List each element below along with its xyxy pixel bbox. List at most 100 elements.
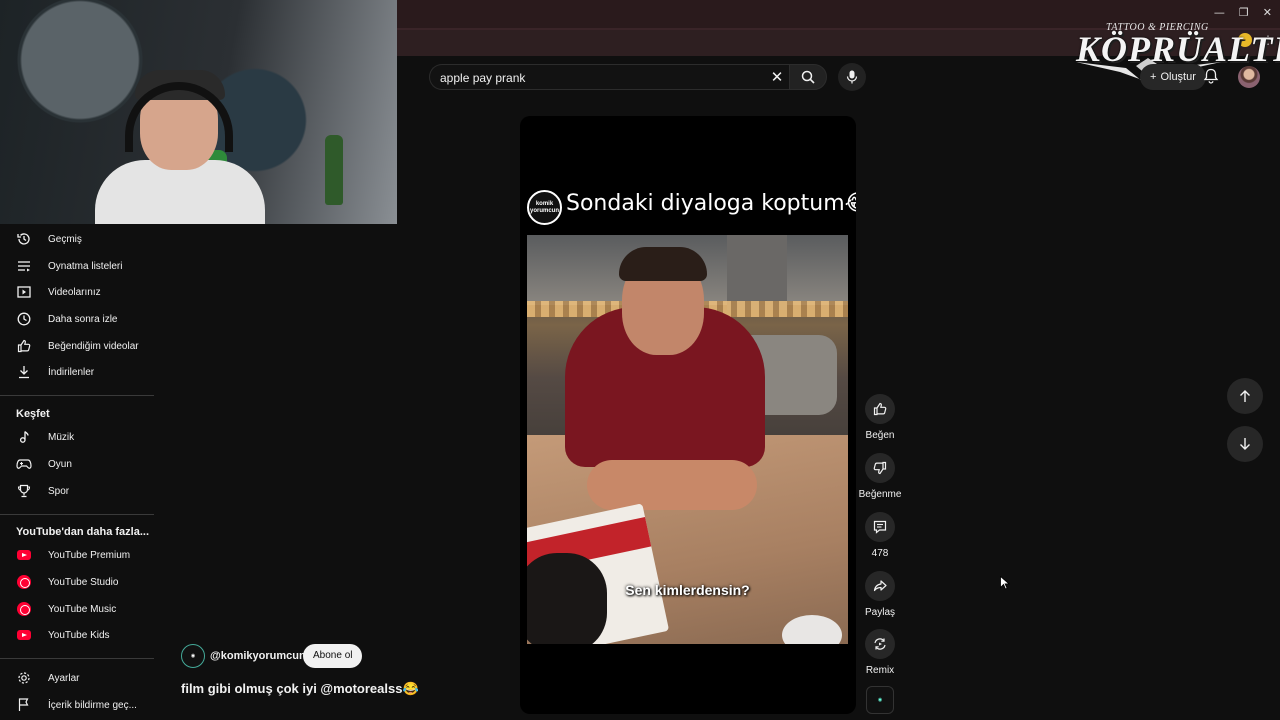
sidebar-item-label: Geçmiş <box>48 233 82 245</box>
shorts-player[interactable]: komik yorumcun Sondaki diyaloga koptum😂 … <box>520 116 856 714</box>
comment-icon <box>873 520 887 534</box>
search-input[interactable] <box>440 69 740 87</box>
remix-icon <box>874 638 886 650</box>
youtube-premium-icon <box>16 547 32 563</box>
close-window-button[interactable]: ✕ <box>1263 6 1272 19</box>
dislike-button[interactable] <box>865 453 895 483</box>
sidebar-item-youtube-studio[interactable]: YouTube Studio <box>0 569 154 595</box>
sidebar-item-report-history[interactable]: İçerik bildirme geç... <box>0 692 154 718</box>
streamer <box>95 60 265 224</box>
comments-count: 478 <box>871 548 889 559</box>
short-channel-badge: komik yorumcun <box>527 190 562 225</box>
minimize-button[interactable]: — <box>1214 6 1225 19</box>
sidebar-item-label: YouTube Music <box>48 603 117 615</box>
thumbs-up-icon <box>16 338 32 354</box>
clock-icon <box>16 311 32 327</box>
remix-button[interactable] <box>865 629 895 659</box>
thumbs-up-icon <box>873 402 887 416</box>
sidebar-item-youtube-premium[interactable]: YouTube Premium <box>0 542 154 568</box>
sidebar: Geçmiş Oynatma listeleri Videolarınız Da… <box>0 224 154 720</box>
voice-search-button[interactable] <box>838 63 866 91</box>
like-label: Beğen <box>865 430 895 441</box>
notifications-button[interactable] <box>1201 66 1221 86</box>
sidebar-item-playlists[interactable]: Oynatma listeleri <box>0 253 154 279</box>
sidebar-item-watch-later[interactable]: Daha sonra izle <box>0 306 154 332</box>
youtube-studio-icon <box>16 574 32 590</box>
sidebar-item-label: YouTube Kids <box>48 629 110 641</box>
sidebar-item-youtube-music[interactable]: YouTube Music <box>0 596 154 622</box>
thumbs-down-icon <box>873 461 887 475</box>
short-title: Sondaki diyaloga koptum😂 <box>566 191 856 216</box>
video-building <box>727 235 787 310</box>
explore-header: Keşfet <box>16 408 50 420</box>
previous-short-button[interactable] <box>1227 378 1263 414</box>
search-icon <box>801 70 815 84</box>
sidebar-item-downloads[interactable]: İndirilenler <box>0 359 154 385</box>
channel-avatar[interactable]: ◉ <box>181 644 205 668</box>
like-button[interactable] <box>865 394 895 424</box>
subscribe-button[interactable]: Abone ol <box>303 644 363 668</box>
sidebar-item-sports[interactable]: Spor <box>0 478 154 504</box>
sidebar-item-label: Spor <box>48 485 70 497</box>
your-videos-icon <box>16 284 32 300</box>
remix-action[interactable]: Remix <box>858 629 902 676</box>
plus-icon: + <box>1150 71 1157 83</box>
short-caption: film gibi olmuş çok iyi @motorealss😂 <box>181 681 419 696</box>
mouse-cursor-icon <box>1000 576 1010 590</box>
sidebar-item-your-videos[interactable]: Videolarınız <box>0 279 154 305</box>
share-label: Paylaş <box>864 607 895 618</box>
sidebar-item-label: İçerik bildirme geç... <box>48 699 137 711</box>
sidebar-item-label: İndirilenler <box>48 366 95 378</box>
channel-thumbnail[interactable]: ◉ <box>866 686 894 714</box>
sidebar-item-music[interactable]: Müzik <box>0 424 154 450</box>
video-person-arms <box>587 460 757 510</box>
remix-label: Remix <box>865 665 895 676</box>
sidebar-item-youtube-kids[interactable]: YouTube Kids <box>0 622 154 648</box>
clear-search-icon[interactable]: ✕ <box>768 69 786 87</box>
channel-handle[interactable]: @komikyorumcun <box>210 650 306 662</box>
trophy-icon <box>16 483 32 499</box>
restore-button[interactable]: ❐ <box>1239 6 1249 19</box>
video-foreground-hand <box>527 553 607 644</box>
share-button[interactable] <box>865 571 895 601</box>
video-person-hair <box>619 247 707 281</box>
sidebar-item-history[interactable]: Geçmiş <box>0 226 154 252</box>
gamepad-icon <box>16 456 32 472</box>
arrow-up-icon <box>1240 390 1250 402</box>
sidebar-item-gaming[interactable]: Oyun <box>0 451 154 477</box>
sidebar-item-settings[interactable]: Ayarlar <box>0 665 154 691</box>
youtube-kids-icon <box>16 627 32 643</box>
share-icon <box>873 580 887 592</box>
sidebar-item-label: YouTube Studio <box>48 576 119 588</box>
next-short-button[interactable] <box>1227 426 1263 462</box>
webcam-overlay <box>0 0 397 224</box>
sidebar-item-label: Daha sonra izle <box>48 313 118 325</box>
search-button[interactable] <box>789 64 827 90</box>
video-subtitle: Sen kimlerdensin? <box>625 582 750 598</box>
window-controls: — ❐ ✕ <box>1214 6 1272 19</box>
screen: — ❐ ✕ ⋮ TATTOO & PIERCING KÖPRÜALTI ✕ <box>0 0 1280 720</box>
search-box: ✕ <box>429 64 789 90</box>
dislike-action[interactable]: Beğenme <box>858 453 902 500</box>
account-avatar[interactable] <box>1238 66 1260 88</box>
sidebar-item-label: Videolarınız <box>48 286 101 298</box>
microphone-icon <box>846 70 858 84</box>
download-icon <box>16 364 32 380</box>
badge-text: komik yorumcun <box>529 200 559 214</box>
sidebar-item-label: Müzik <box>48 431 75 443</box>
sidebar-divider <box>0 514 154 515</box>
flag-icon <box>16 697 32 713</box>
comments-action[interactable]: 478 <box>858 512 902 559</box>
bottle <box>325 135 343 205</box>
create-button[interactable]: + Oluştur <box>1140 64 1206 90</box>
dislike-label: Beğenme <box>858 489 902 500</box>
share-action[interactable]: Paylaş <box>858 571 902 618</box>
sidebar-item-liked-videos[interactable]: Beğendiğim videolar <box>0 333 154 359</box>
comments-button[interactable] <box>865 512 895 542</box>
sidebar-item-label: Oyun <box>48 458 72 470</box>
like-action[interactable]: Beğen <box>858 394 902 441</box>
more-from-youtube-header: YouTube'dan daha fazla... <box>16 526 149 538</box>
video-frame[interactable]: Sen kimlerdensin? <box>527 235 848 644</box>
sidebar-divider <box>0 395 154 396</box>
music-note-icon <box>16 429 32 445</box>
